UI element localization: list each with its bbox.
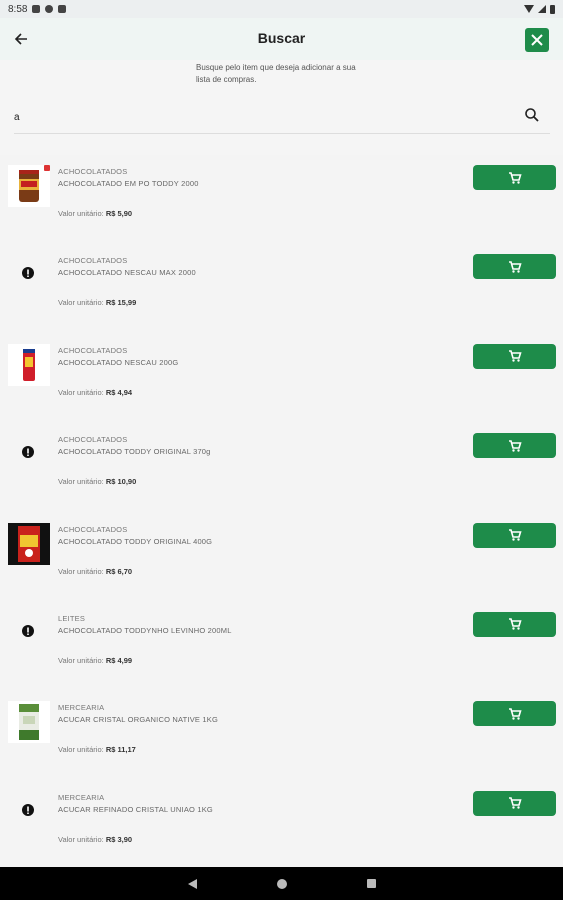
product-price: Valor unitário: R$ 5,90 bbox=[58, 209, 133, 218]
product-item: MERCEARIA ACUCAR CRISTAL ORGANICO NATIVE… bbox=[0, 691, 563, 780]
add-to-cart-button[interactable] bbox=[473, 343, 556, 369]
product-name: ACHOCOLATADO NESCAU 200G bbox=[58, 357, 179, 367]
product-item: ACHOCOLATADOS ACHOCOLATADO NESCAU 200G V… bbox=[0, 334, 563, 423]
product-category: ACHOCOLATADOS bbox=[58, 345, 128, 355]
product-item: LEITES ACHOCOLATADO TODDYNHO LEVINHO 200… bbox=[0, 602, 563, 691]
product-category: ACHOCOLATADOS bbox=[58, 435, 128, 445]
product-image-sugar-pack bbox=[8, 701, 50, 744]
page-title: Buscar bbox=[257, 30, 306, 46]
product-price: Valor unitário: R$ 15,99 bbox=[58, 298, 137, 308]
cart-icon bbox=[508, 171, 522, 184]
toddy-box-image bbox=[8, 522, 50, 565]
toddy-pot-image bbox=[19, 170, 39, 202]
product-category: MERCEARIA bbox=[58, 703, 105, 713]
product-name: ACHOCOLATADO NESCAU MAX 2000 bbox=[58, 268, 196, 278]
product-item: ACHOCOLATADOS ACHOCOLATADO TODDY ORIGINA… bbox=[0, 423, 563, 512]
battery-icon bbox=[550, 4, 555, 14]
product-price: Valor unitário: R$ 3,90 bbox=[58, 834, 133, 844]
system-navigation-bar bbox=[0, 867, 563, 900]
nav-recents-icon[interactable] bbox=[366, 879, 376, 888]
product-item: ACHOCOLATADOS ACHOCOLATADO EM PO TODDY 2… bbox=[0, 155, 563, 244]
product-category: LEITES bbox=[58, 613, 86, 623]
nescau-image bbox=[23, 348, 35, 381]
search-input[interactable] bbox=[14, 108, 514, 126]
product-price: Valor unitário: R$ 4,99 bbox=[58, 655, 133, 665]
product-name: ACUCAR REFINADO CRISTAL UNIAO 1KG bbox=[58, 804, 213, 814]
product-category: ACHOCOLATADOS bbox=[58, 256, 128, 266]
product-name: ACHOCOLATADO EM PO TODDY 2000 bbox=[58, 179, 199, 188]
add-to-cart-button[interactable] bbox=[473, 701, 556, 727]
storage-icon bbox=[58, 5, 67, 13]
nav-back-icon[interactable] bbox=[187, 878, 197, 889]
alert-icon bbox=[22, 446, 34, 459]
add-to-cart-button[interactable] bbox=[473, 790, 556, 816]
product-image-nescau bbox=[8, 343, 50, 386]
product-category: ACHOCOLATADOS bbox=[58, 167, 128, 176]
notification-icon bbox=[32, 5, 41, 13]
nav-home-icon[interactable] bbox=[276, 878, 287, 889]
cart-icon bbox=[508, 708, 522, 720]
product-image-toddy-box bbox=[8, 522, 50, 565]
product-item: MERCEARIA ACUCAR REFINADO CRISTAL UNIAO … bbox=[0, 781, 563, 870]
cart-icon bbox=[508, 529, 522, 541]
product-name: ACHOCOLATADO TODDY ORIGINAL 370g bbox=[58, 447, 211, 457]
status-time: 8:58 bbox=[8, 3, 28, 15]
product-category: MERCEARIA bbox=[58, 792, 105, 802]
cart-icon bbox=[508, 797, 522, 809]
product-item: ACHOCOLATADOS ACHOCOLATADO NESCAU MAX 20… bbox=[0, 244, 563, 333]
add-to-cart-button[interactable] bbox=[473, 254, 556, 280]
alert-icon bbox=[22, 267, 34, 280]
add-to-cart-button[interactable] bbox=[473, 611, 556, 637]
cart-icon bbox=[508, 350, 522, 362]
close-icon bbox=[531, 34, 543, 46]
search-instructions: Busque pelo item que deseja adicionar a … bbox=[196, 63, 356, 84]
product-name: ACHOCOLATADO TODDYNHO LEVINHO 200ML bbox=[58, 625, 232, 635]
add-to-cart-button[interactable] bbox=[473, 165, 556, 190]
product-image-toddy-pot bbox=[8, 165, 50, 207]
product-price: Valor unitário: R$ 11,17 bbox=[58, 745, 136, 755]
product-name: ACUCAR CRISTAL ORGANICO NATIVE 1KG bbox=[58, 715, 219, 725]
add-to-cart-button[interactable] bbox=[473, 522, 556, 548]
cart-icon bbox=[508, 261, 522, 273]
close-button[interactable] bbox=[525, 28, 549, 52]
product-item: ACHOCOLATADOS ACHOCOLATADO TODDY ORIGINA… bbox=[0, 513, 563, 602]
product-price: Valor unitário: R$ 6,70 bbox=[58, 566, 133, 576]
product-category: ACHOCOLATADOS bbox=[58, 524, 128, 534]
sugar-pack-image bbox=[19, 704, 39, 741]
search-bar bbox=[14, 100, 550, 134]
product-price: Valor unitário: R$ 10,90 bbox=[58, 477, 137, 487]
product-name: ACHOCOLATADO TODDY ORIGINAL 400G bbox=[58, 536, 213, 546]
search-icon[interactable] bbox=[524, 107, 540, 123]
app-bar: Buscar bbox=[0, 18, 563, 60]
cart-icon bbox=[508, 618, 522, 631]
sync-icon bbox=[45, 5, 54, 13]
alert-icon bbox=[22, 803, 34, 816]
status-bar: 8:58 bbox=[0, 0, 563, 18]
product-price: Valor unitário: R$ 4,94 bbox=[58, 387, 133, 397]
signal-icon bbox=[538, 5, 546, 13]
wifi-icon bbox=[524, 5, 534, 13]
product-list: ACHOCOLATADOS ACHOCOLATADO EM PO TODDY 2… bbox=[0, 155, 563, 871]
alert-icon bbox=[22, 624, 34, 637]
add-to-cart-button[interactable] bbox=[473, 433, 556, 459]
cart-icon bbox=[508, 439, 522, 452]
